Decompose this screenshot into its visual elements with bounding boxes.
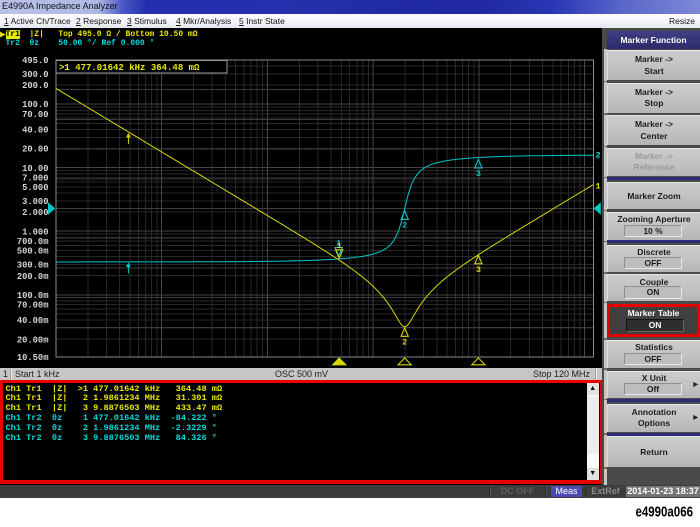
svg-text:495.0: 495.0	[22, 56, 48, 66]
svg-text:100.0: 100.0	[22, 100, 48, 110]
svg-text:300.0: 300.0	[22, 70, 48, 80]
svg-text:40.00: 40.00	[22, 126, 48, 136]
svg-text:3: 3	[476, 265, 481, 275]
svg-text:1: 1	[337, 241, 342, 251]
svg-text:20.00m: 20.00m	[17, 335, 49, 345]
svg-text:100.0m: 100.0m	[17, 291, 49, 301]
svg-text:2: 2	[402, 337, 407, 347]
svg-text:2: 2	[596, 151, 601, 161]
svg-text:>1 477.01642 kHz 364.48 mΩ: >1 477.01642 kHz 364.48 mΩ	[59, 63, 200, 73]
svg-text:1.000: 1.000	[22, 227, 48, 237]
svg-text:2: 2	[402, 220, 407, 230]
svg-text:70.00m: 70.00m	[17, 301, 49, 311]
svg-text:3.000: 3.000	[22, 197, 48, 207]
svg-text:70.00: 70.00	[22, 110, 48, 120]
svg-text:200.0m: 200.0m	[17, 272, 49, 282]
svg-text:200.0: 200.0	[22, 81, 48, 91]
svg-text:500.0m: 500.0m	[17, 247, 49, 257]
svg-text:10.50m: 10.50m	[17, 353, 49, 363]
svg-text:2.000: 2.000	[22, 208, 48, 218]
svg-text:10.00: 10.00	[22, 164, 48, 174]
svg-text:1: 1	[596, 182, 601, 192]
svg-text:5.000: 5.000	[22, 183, 48, 193]
svg-text:300.0m: 300.0m	[17, 261, 49, 271]
svg-text:20.00: 20.00	[22, 145, 48, 155]
svg-text:3: 3	[476, 169, 481, 179]
svg-text:40.00m: 40.00m	[17, 316, 49, 326]
